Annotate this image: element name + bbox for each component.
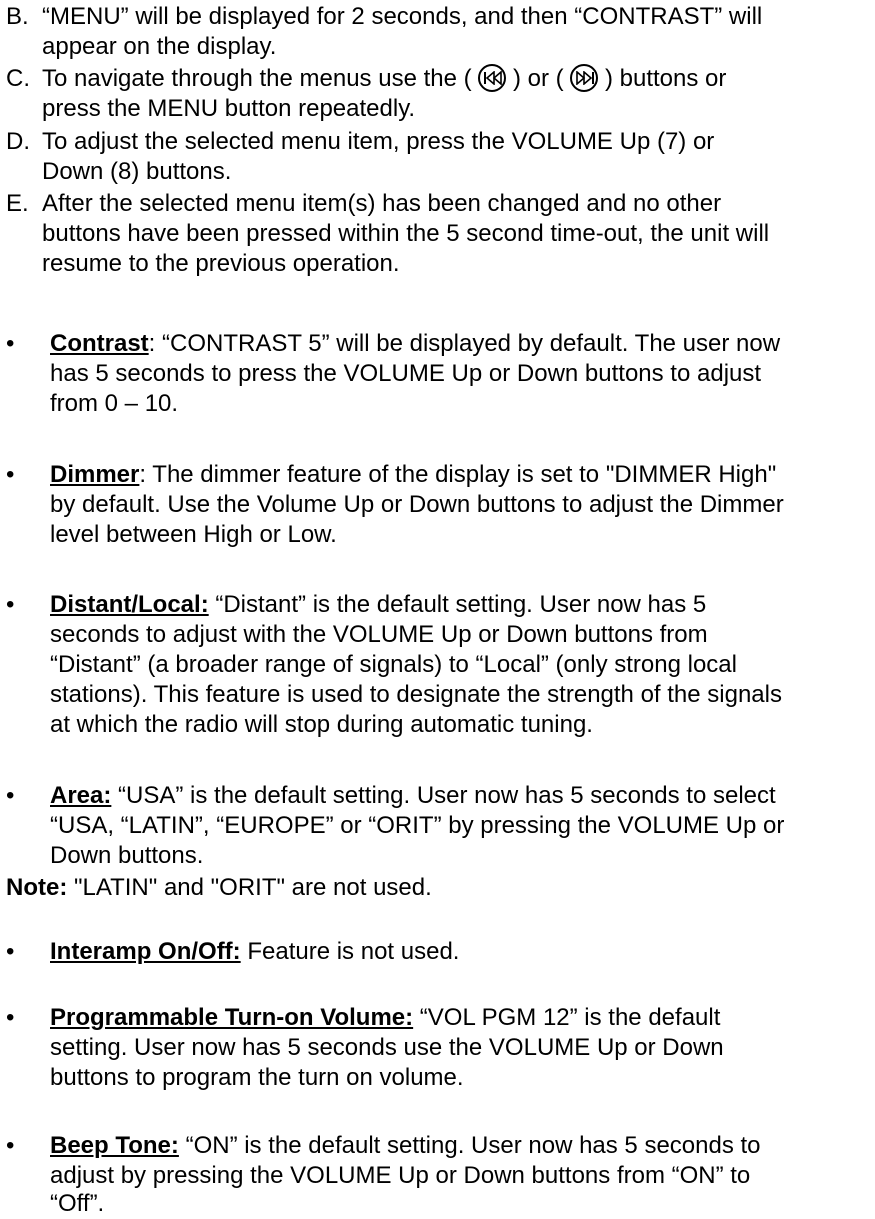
distant-local-item-line-1: Distant/Local: “Distant” is the default … [50,590,706,620]
step-letter: E. [6,190,29,217]
skip-next-icon [570,64,599,92]
step-c-line-2: press the MENU button repeatedly. [42,95,416,122]
interamp-heading: Interamp On/Off: [50,938,241,965]
turn-on-volume-item-line-2: setting. User now has 5 seconds use the … [50,1034,724,1061]
note-text: "LATIN" and "ORIT" are not used. [67,874,432,901]
distant-local-item-line-3: “Distant” (a broader range of signals) t… [50,651,737,678]
contrast-text: “CONTRAST 5” will be displayed by defaul… [155,330,781,357]
turn-on-volume-item-line-1: Programmable Turn-on Volume: “VOL PGM 12… [50,1003,720,1033]
area-text: “USA” is the default setting. User now h… [111,782,776,809]
distant-local-item-line-5: at which the radio will stop during auto… [50,711,593,738]
step-letter: D. [6,128,30,155]
step-c-text-c: ) buttons or [604,65,727,92]
step-c-line-1: To navigate through the menus use the ( … [42,64,726,94]
area-item-line-3: Down buttons. [50,842,204,869]
step-letter: C. [6,65,30,92]
beep-tone-text: “ON” is the default setting. User now ha… [178,1132,761,1159]
bullet-glyph: • [6,938,15,965]
dimmer-item-line-2: by default. Use the Volume Up or Down bu… [50,491,784,518]
bullet-glyph: • [6,1132,15,1159]
distant-local-text: “Distant” is the default setting. User n… [208,591,707,618]
turn-on-volume-heading: Programmable Turn-on Volume: [50,1004,414,1031]
step-e-line-2: buttons have been pressed within the 5 s… [42,220,770,247]
beep-tone-item-line-1: Beep Tone: “ON” is the default setting. … [50,1131,761,1161]
beep-tone-item-line-2: adjust by pressing the VOLUME Up or Down… [50,1162,751,1189]
step-d-line-2: Down (8) buttons. [42,158,232,185]
dimmer-item-line-1: Dimmer: The dimmer feature of the displa… [50,460,776,490]
beep-tone-item-line-3: “Off”. [50,1190,105,1217]
step-e-line-3: resume to the previous operation. [42,250,400,277]
step-b-line-2: appear on the display. [42,33,277,60]
manual-page: B. “MENU” will be displayed for 2 second… [0,0,875,1217]
step-c-text-b: ) or ( [512,65,564,92]
bullet-glyph: • [6,782,15,809]
area-item-line-2: “USA, “LATIN”, “EUROPE” or “ORIT” by pre… [50,812,785,839]
step-e-line-1: After the selected menu item(s) has been… [42,190,722,217]
dimmer-item-line-3: level between High or Low. [50,521,337,548]
step-b-line-1: “MENU” will be displayed for 2 seconds, … [42,3,763,30]
bullet-glyph: • [6,1004,15,1031]
area-item-line-1: Area: “USA” is the default setting. User… [50,781,776,811]
area-heading: Area: [50,782,112,809]
step-d-line-1: To adjust the selected menu item, press … [42,128,715,155]
bullet-glyph: • [6,461,15,488]
contrast-item-line-2: has 5 seconds to press the VOLUME Up or … [50,360,762,387]
step-c-text-a: To navigate through the menus use the ( [42,65,472,92]
dimmer-text: The dimmer feature of the display is set… [146,461,777,488]
interamp-item-line-1: Interamp On/Off: Feature is not used. [50,937,459,967]
contrast-item-line-3: from 0 – 10. [50,390,179,417]
note-line: Note: "LATIN" and "ORIT" are not used. [6,873,432,903]
bullet-glyph: • [6,330,15,357]
step-letter: B. [6,3,29,30]
beep-tone-heading: Beep Tone: [50,1132,179,1159]
distant-local-item-line-4: stations). This feature is used to desig… [50,681,782,708]
interamp-text: Feature is not used. [240,938,460,965]
skip-previous-icon [478,64,507,92]
note-label: Note: [6,874,68,901]
bullet-glyph: • [6,591,15,618]
distant-local-item-line-2: seconds to adjust with the VOLUME Up or … [50,621,708,648]
dimmer-heading: Dimmer [50,461,140,488]
turn-on-volume-text: “VOL PGM 12” is the default [413,1004,721,1031]
turn-on-volume-item-line-3: buttons to program the turn on volume. [50,1064,464,1091]
contrast-heading: Contrast [50,330,149,357]
contrast-item-line-1: Contrast: “CONTRAST 5” will be displayed… [50,329,780,359]
distant-local-heading: Distant/Local: [50,591,209,618]
